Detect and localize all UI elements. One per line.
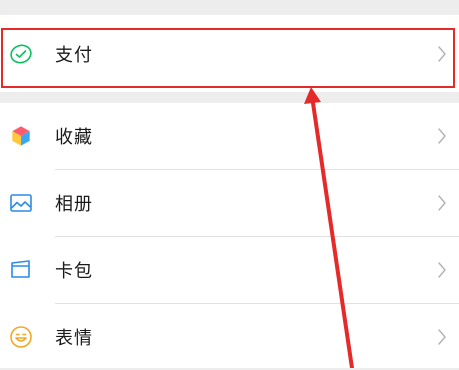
menu-item-label: 表情 (55, 328, 93, 349)
pay-section: 支付 (0, 15, 459, 92)
wallet-smile-icon (10, 44, 32, 64)
chevron-right-icon (438, 262, 446, 278)
menu-item-label: 支付 (55, 45, 93, 66)
card-wallet-icon (11, 260, 30, 278)
favorites-cube-icon (11, 125, 31, 147)
chevron-right-icon (438, 128, 446, 144)
sticker-smile-icon (10, 326, 32, 348)
menu-item-album[interactable]: 相册 (0, 170, 459, 236)
chevron-right-icon (438, 195, 446, 211)
chevron-right-icon (438, 329, 446, 345)
top-spacer (0, 0, 459, 15)
menu-item-label: 收藏 (55, 127, 93, 148)
menu-item-stickers[interactable]: 表情 (0, 304, 459, 370)
chevron-right-icon (438, 46, 446, 62)
menu-item-label: 相册 (55, 194, 93, 215)
menu-item-favorites[interactable]: 收藏 (0, 103, 459, 169)
menu-item-pay[interactable]: 支付 (0, 21, 459, 87)
photo-album-icon (10, 194, 32, 212)
menu-item-cards[interactable]: 卡包 (0, 237, 459, 303)
features-section: 收藏 相册 卡包 表情 (0, 103, 459, 368)
menu-item-label: 卡包 (55, 261, 93, 282)
